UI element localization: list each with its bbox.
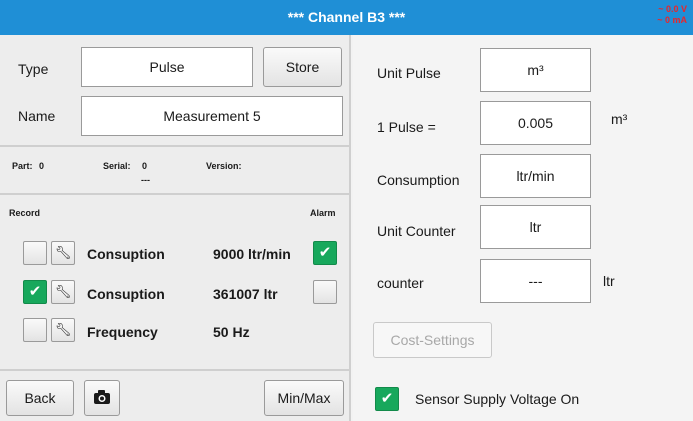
one-pulse-field[interactable]: 0.005 <box>480 101 591 145</box>
camera-button[interactable] <box>84 380 120 416</box>
part-label: Part: <box>12 161 33 171</box>
counter-field[interactable]: --- <box>480 259 591 303</box>
supply-status: ~ 0.0 V ~ 0 mA <box>657 4 687 26</box>
unit-counter-field[interactable]: ltr <box>480 205 591 249</box>
one-pulse-unit: m³ <box>611 111 628 127</box>
wrench-icon[interactable]: 🔧︎ <box>51 280 75 304</box>
wrench-icon[interactable]: 🔧︎ <box>51 318 75 342</box>
voltage-readout: ~ 0.0 V <box>658 4 687 14</box>
consumption-label: Consumption <box>377 172 460 188</box>
record-name-row-1: Consuption <box>87 246 165 262</box>
type-field[interactable]: Pulse <box>81 47 253 87</box>
sensor-supply-checkbox[interactable]: ✔ <box>375 387 399 411</box>
serial-extra: --- <box>141 175 150 185</box>
name-label: Name <box>18 108 56 124</box>
serial-label: Serial: <box>103 161 131 171</box>
divider-middle <box>0 193 351 195</box>
record-value-row-3: 50 Hz <box>213 324 250 340</box>
record-name-row-2: Consuption <box>87 286 165 302</box>
sensor-supply-label: Sensor Supply Voltage On <box>415 391 580 407</box>
unit-pulse-field[interactable]: m³ <box>480 48 591 92</box>
name-field[interactable]: Measurement 5 <box>81 96 343 136</box>
type-label: Type <box>18 61 49 77</box>
record-value-row-2: 361007 ltr <box>213 286 278 302</box>
divider-top <box>0 145 351 147</box>
left-panel: Type Pulse Store Name Measurement 5 Part… <box>0 35 351 421</box>
right-panel: Unit Pulse m³ 1 Pulse = 0.005 m³ Consump… <box>353 35 693 421</box>
one-pulse-label: 1 Pulse = <box>377 119 436 135</box>
counter-label: counter <box>377 275 424 291</box>
back-button[interactable]: Back <box>6 380 74 416</box>
window-title: *** Channel B3 *** <box>287 9 406 25</box>
store-button[interactable]: Store <box>263 47 342 87</box>
record-name-row-3: Frequency <box>87 324 158 340</box>
record-checkbox-row-2[interactable]: ✔ <box>23 280 47 304</box>
serial-value: 0 <box>142 161 148 171</box>
camera-icon <box>94 390 110 404</box>
alarm-header: Alarm <box>310 208 336 218</box>
title-bar: *** Channel B3 *** ~ 0.0 V ~ 0 mA <box>0 0 693 35</box>
alarm-checkbox-row-1[interactable]: ✔ <box>313 241 337 265</box>
record-header: Record <box>9 208 41 218</box>
record-checkbox-row-3[interactable] <box>23 318 47 342</box>
min-max-button[interactable]: Min/Max <box>264 380 344 416</box>
divider-bottom <box>0 369 351 371</box>
version-label: Version: <box>206 161 242 171</box>
record-checkbox-row-1[interactable] <box>23 241 47 265</box>
record-value-row-1: 9000 ltr/min <box>213 246 291 262</box>
consumption-field[interactable]: ltr/min <box>480 154 591 198</box>
cost-settings-button[interactable]: Cost-Settings <box>373 322 492 358</box>
current-readout: ~ 0 mA <box>657 15 687 25</box>
wrench-icon[interactable]: 🔧︎ <box>51 241 75 265</box>
part-value: 0 <box>39 161 45 171</box>
counter-unit: ltr <box>603 273 615 289</box>
unit-pulse-label: Unit Pulse <box>377 65 441 81</box>
alarm-checkbox-row-2[interactable] <box>313 280 337 304</box>
unit-counter-label: Unit Counter <box>377 223 456 239</box>
